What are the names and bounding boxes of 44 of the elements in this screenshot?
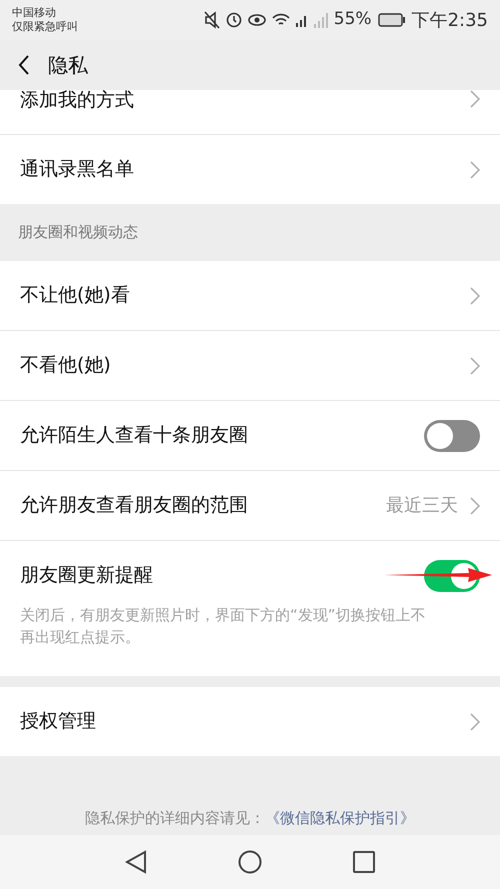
- row-label: 不让他(她)看: [20, 283, 130, 308]
- chevron-right-icon: [470, 286, 480, 304]
- battery-icon: [378, 13, 406, 27]
- row-label: 不看他(她): [20, 353, 111, 378]
- row-label: 通讯录黑名单: [20, 157, 134, 182]
- row-label: 添加我的方式: [20, 90, 134, 111]
- footer-text: 隐私保护的详细内容请见：《微信隐私保护指引》: [85, 808, 415, 828]
- section-header: 朋友圈和视频动态: [18, 222, 138, 244]
- back-icon[interactable]: [18, 55, 30, 75]
- battery-percent: 55%: [334, 8, 372, 32]
- list-item[interactable]: 朋友圈更新提醒 关闭后，有朋友更新照片时，界面下方的“发现”切换按钮上不再出现红点提示。: [0, 541, 500, 676]
- row-label: 朋友圈更新提醒: [20, 563, 153, 588]
- row-label: 允许朋友查看朋友圈的范围: [20, 493, 248, 518]
- list-item[interactable]: 不让他(她)看: [0, 261, 500, 331]
- chevron-right-icon: [470, 356, 480, 374]
- alarm-icon: [226, 12, 242, 28]
- mute-icon: [204, 11, 220, 29]
- page-title: 隐私: [48, 52, 88, 79]
- chevron-right-icon: [470, 496, 480, 514]
- chevron-right-icon: [470, 712, 480, 730]
- list-item[interactable]: 添加我的方式: [0, 90, 500, 135]
- row-label: 授权管理: [20, 709, 96, 734]
- home-nav-icon[interactable]: [238, 850, 262, 874]
- list-item[interactable]: 允许朋友查看朋友圈的范围 最近三天: [0, 471, 500, 541]
- recents-nav-icon[interactable]: [352, 851, 375, 873]
- chevron-right-icon: [470, 160, 480, 178]
- toggle-switch[interactable]: [424, 420, 480, 452]
- row-label: 允许陌生人查看十条朋友圈: [20, 423, 248, 448]
- signal-icon: [314, 12, 328, 28]
- signal-icon: [296, 13, 308, 27]
- list-item[interactable]: 不看他(她): [0, 331, 500, 401]
- chevron-right-icon: [470, 90, 480, 108]
- back-nav-icon[interactable]: [125, 850, 148, 874]
- row-value: 最近三天: [386, 494, 458, 518]
- carrier-name: 中国移动: [12, 6, 57, 20]
- list-item[interactable]: 允许陌生人查看十条朋友圈: [0, 401, 500, 471]
- carrier-note: 仅限紧急呼叫: [12, 20, 78, 34]
- list-item[interactable]: 通讯录黑名单: [0, 135, 500, 204]
- wifi-icon: [272, 13, 290, 27]
- eye-icon: [248, 14, 266, 26]
- list-item[interactable]: 授权管理: [0, 687, 500, 756]
- row-description: 关闭后，有朋友更新照片时，界面下方的“发现”切换按钮上不再出现红点提示。: [19, 605, 427, 648]
- privacy-guide-link[interactable]: 《微信隐私保护指引》: [265, 808, 415, 826]
- clock-time: 下午2:35: [412, 8, 488, 32]
